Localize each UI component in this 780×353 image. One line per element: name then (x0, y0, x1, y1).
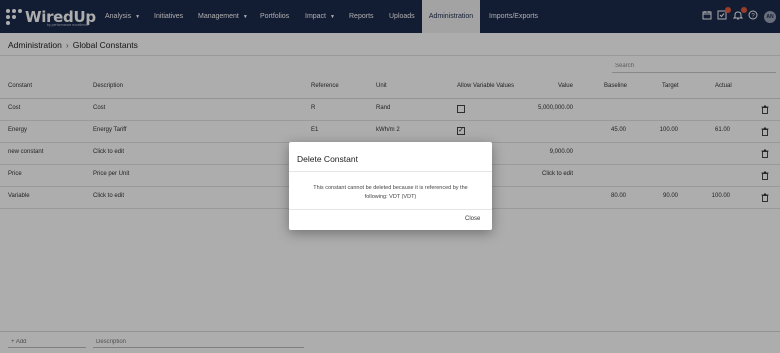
divider (289, 171, 492, 172)
close-button[interactable]: Close (465, 216, 480, 222)
divider (289, 209, 492, 210)
dialog-message: This constant cannot be deleted because … (313, 185, 468, 200)
dialog-title: Delete Constant (297, 154, 358, 164)
delete-constant-dialog: Delete Constant This constant cannot be … (289, 142, 492, 230)
